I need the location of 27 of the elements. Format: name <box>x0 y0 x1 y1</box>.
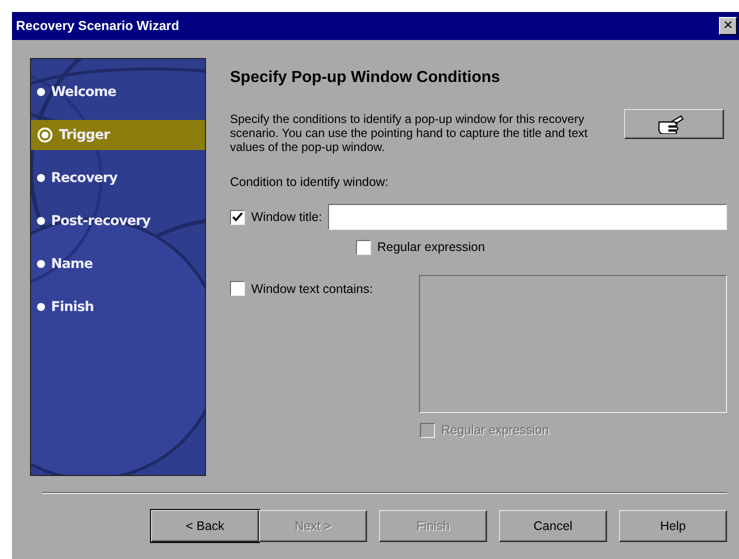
checkbox-label: Window text contains: <box>251 280 374 298</box>
wizard-button[interactable]: < Back <box>151 510 259 542</box>
bullet-icon <box>37 88 45 96</box>
condition-label: Condition to identify window: <box>230 174 390 191</box>
window-title: Recovery Scenario Wizard <box>16 17 180 36</box>
checkbox[interactable] <box>356 240 371 255</box>
close-button[interactable]: × <box>719 17 737 35</box>
sidebar-item[interactable]: Recovery <box>31 163 205 193</box>
bullet-icon <box>37 303 45 311</box>
bullet-icon <box>37 260 45 268</box>
checkbox[interactable] <box>230 210 245 224</box>
bullet-icon <box>37 217 45 225</box>
sidebar-item[interactable]: Name <box>31 249 205 279</box>
pointing-hand-button[interactable] <box>624 109 724 139</box>
wizard-button[interactable]: Cancel <box>499 510 607 542</box>
description-text: Specify the conditions to identify a pop-up window for this recovery scenario. You can use the pointing hand to capture the title and text values of the pop-up window. <box>230 112 589 154</box>
page-heading: Specify Pop-up Window Conditions <box>230 68 502 88</box>
checkbox-label: Regular expression <box>441 422 549 439</box>
checkbox-label: Window title: <box>251 208 322 226</box>
sidebar-item[interactable]: Finish <box>31 292 205 322</box>
sidebar-item[interactable]: Post-recovery <box>31 206 205 236</box>
window-title-field[interactable] <box>328 204 727 230</box>
wizard-button[interactable]: Help <box>619 510 727 542</box>
bullet-icon <box>37 174 45 182</box>
checkbox-label: Regular expression <box>377 239 485 256</box>
radio-bullet-icon <box>37 127 53 143</box>
sidebar-item[interactable]: Trigger <box>31 120 205 150</box>
